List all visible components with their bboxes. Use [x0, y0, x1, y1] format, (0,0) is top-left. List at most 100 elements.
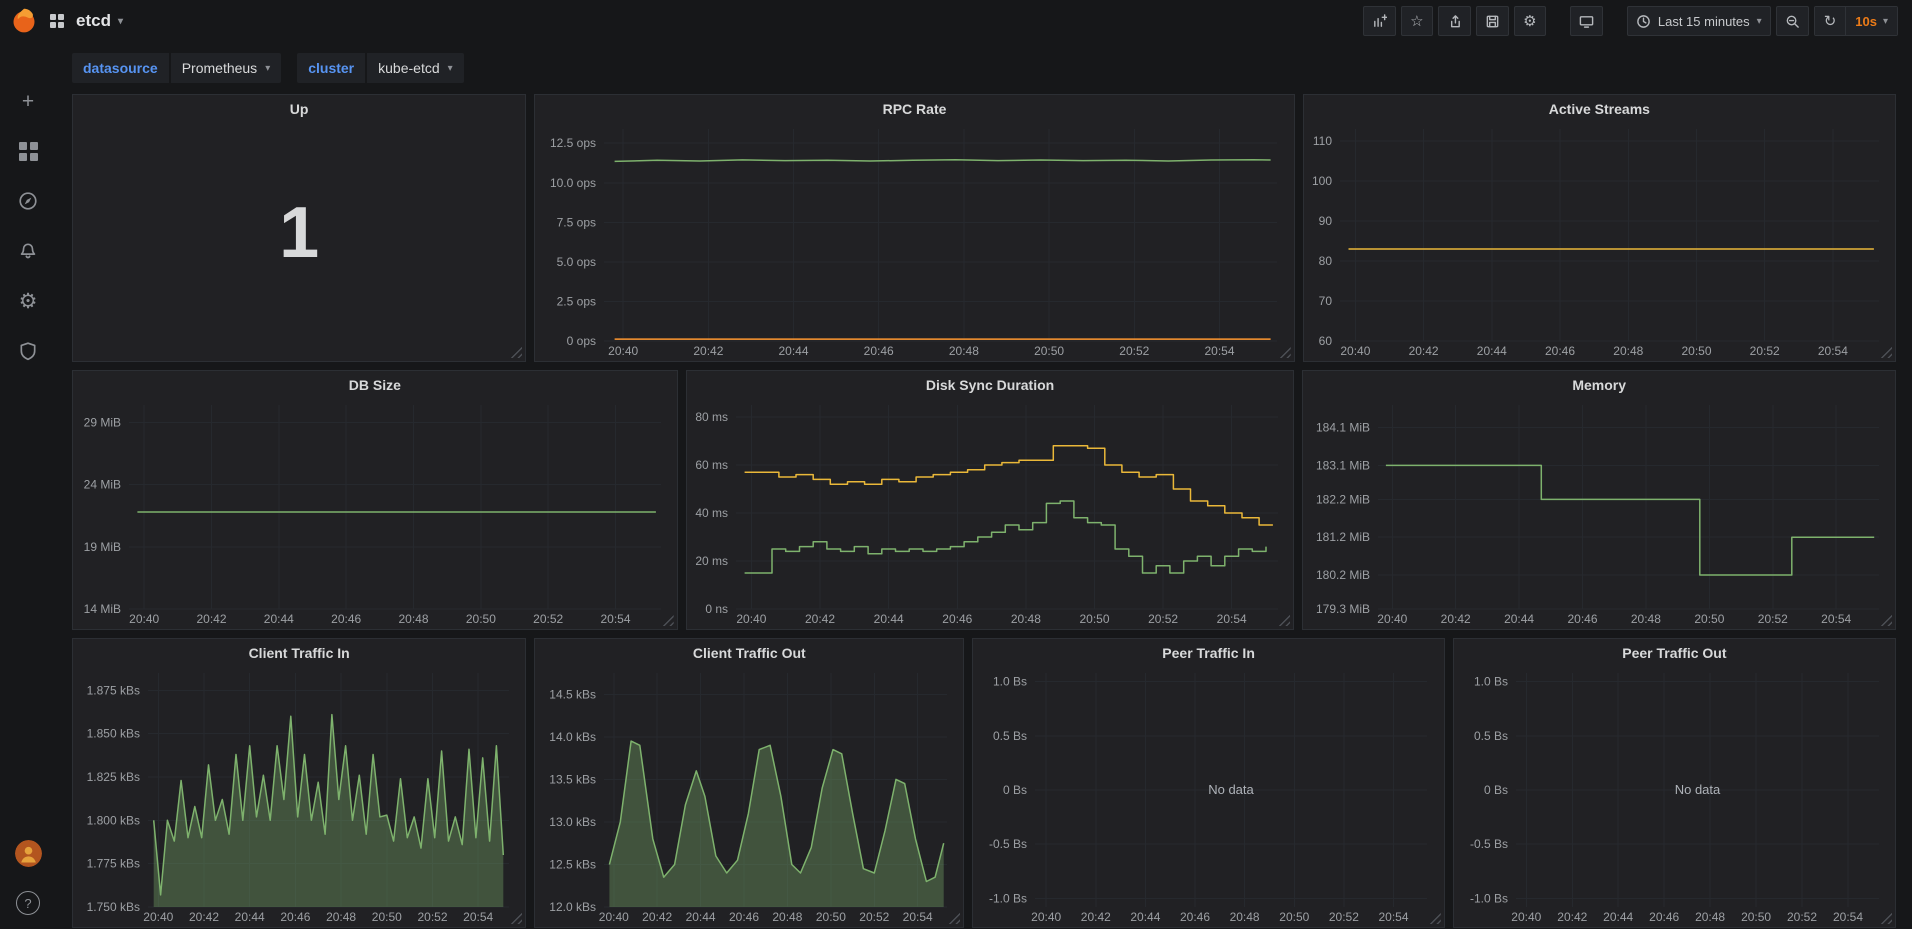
svg-text:180.2 MiB: 180.2 MiB — [1316, 568, 1370, 582]
svg-text:20:40: 20:40 — [143, 910, 173, 924]
memory-chart[interactable]: 20:4020:4220:4420:4620:4820:5020:5220:54… — [1303, 399, 1895, 629]
panel-title[interactable]: Memory — [1303, 371, 1895, 399]
peer-traffic-in-chart[interactable]: 20:4020:4220:4420:4620:4820:5020:5220:54… — [973, 667, 1443, 927]
time-range-picker[interactable]: Last 15 minutes ▾ — [1627, 6, 1771, 36]
refresh-button[interactable]: ↻ — [1815, 7, 1846, 35]
chevron-down-icon: ▾ — [265, 63, 270, 74]
variable-datasource-dropdown[interactable]: Prometheus ▾ — [171, 53, 282, 83]
panel-title[interactable]: Client Traffic In — [73, 639, 525, 667]
sidebar-item-dashboards[interactable] — [15, 138, 41, 164]
variable-cluster-dropdown[interactable]: kube-etcd ▾ — [367, 53, 464, 83]
svg-text:20:48: 20:48 — [773, 910, 803, 924]
user-avatar[interactable] — [15, 840, 42, 867]
svg-text:20:54: 20:54 — [903, 910, 933, 924]
svg-text:20:52: 20:52 — [860, 910, 890, 924]
svg-text:20:48: 20:48 — [1631, 612, 1661, 626]
svg-text:29 MiB: 29 MiB — [84, 415, 121, 429]
panel-active-streams: Active Streams 20:4020:4220:4420:4620:48… — [1303, 94, 1896, 362]
svg-text:20:40: 20:40 — [1378, 612, 1408, 626]
rpc-rate-chart[interactable]: 20:4020:4220:4420:4620:4820:5020:5220:54… — [535, 123, 1293, 361]
sidebar-item-create[interactable]: + — [15, 88, 41, 114]
clock-icon — [1636, 14, 1651, 29]
svg-text:20:48: 20:48 — [1230, 910, 1260, 924]
client-traffic-out-chart[interactable]: 20:4020:4220:4420:4620:4820:5020:5220:54… — [535, 667, 963, 927]
svg-text:20:40: 20:40 — [1511, 910, 1541, 924]
svg-text:20:40: 20:40 — [736, 612, 766, 626]
client-traffic-in-chart[interactable]: 20:4020:4220:4420:4620:4820:5020:5220:54… — [73, 667, 525, 927]
svg-text:40 ms: 40 ms — [695, 506, 728, 520]
svg-text:20:44: 20:44 — [1131, 910, 1161, 924]
panel-title[interactable]: Peer Traffic In — [973, 639, 1443, 667]
svg-text:13.0 kBs: 13.0 kBs — [550, 815, 597, 829]
grafana-logo-icon[interactable] — [10, 7, 38, 35]
panel-peer-traffic-in: Peer Traffic In 20:4020:4220:4420:4620:4… — [972, 638, 1444, 928]
refresh-control: ↻ 10s ▾ — [1814, 6, 1898, 36]
svg-text:1.850 kBs: 1.850 kBs — [87, 727, 140, 741]
save-button[interactable] — [1476, 6, 1509, 36]
panel-title[interactable]: Up — [73, 95, 525, 123]
up-stat-value: 1 — [73, 123, 525, 361]
svg-text:0 ops: 0 ops — [567, 334, 596, 348]
variable-datasource: datasource Prometheus ▾ — [72, 53, 281, 83]
sidebar-item-server-admin[interactable] — [15, 338, 41, 364]
active-streams-chart[interactable]: 20:4020:4220:4420:4620:4820:5020:5220:54… — [1304, 123, 1895, 361]
svg-text:184.1 MiB: 184.1 MiB — [1316, 421, 1370, 435]
panel-title[interactable]: Active Streams — [1304, 95, 1895, 123]
dashboard-title-dropdown[interactable]: etcd ▾ — [76, 11, 123, 31]
dashboard-settings-button[interactable]: ⚙ — [1514, 6, 1546, 36]
navbar-right: ☆ ⚙ Last 15 minutes ▾ ↻ 10s — [1363, 6, 1898, 36]
svg-text:20:46: 20:46 — [729, 910, 759, 924]
svg-text:20:48: 20:48 — [949, 344, 979, 358]
sidebar-item-configuration[interactable]: ⚙ — [15, 288, 41, 314]
panel-title[interactable]: Peer Traffic Out — [1454, 639, 1895, 667]
svg-text:20:52: 20:52 — [1758, 612, 1788, 626]
share-button[interactable] — [1438, 6, 1471, 36]
svg-text:20:46: 20:46 — [1568, 612, 1598, 626]
svg-text:20:42: 20:42 — [1081, 910, 1111, 924]
svg-text:20:50: 20:50 — [1079, 612, 1109, 626]
svg-text:80: 80 — [1318, 254, 1332, 268]
add-panel-button[interactable] — [1363, 6, 1396, 36]
svg-text:2.5 ops: 2.5 ops — [557, 294, 596, 308]
svg-text:12.0 kBs: 12.0 kBs — [550, 900, 597, 914]
svg-text:20:52: 20:52 — [1787, 910, 1817, 924]
disk-sync-duration-chart[interactable]: 20:4020:4220:4420:4620:4820:5020:5220:54… — [687, 399, 1294, 629]
svg-text:1.800 kBs: 1.800 kBs — [87, 813, 140, 827]
svg-text:20:50: 20:50 — [1695, 612, 1725, 626]
sidebar-item-alerting[interactable] — [15, 238, 41, 264]
help-icon: ? — [24, 896, 31, 911]
compass-icon — [18, 191, 38, 211]
svg-text:20:46: 20:46 — [1545, 344, 1575, 358]
gear-icon: ⚙ — [19, 291, 38, 312]
zoom-out-button[interactable] — [1776, 6, 1809, 36]
peer-traffic-out-chart[interactable]: 20:4020:4220:4420:4620:4820:5020:5220:54… — [1454, 667, 1895, 927]
panel-title[interactable]: RPC Rate — [535, 95, 1293, 123]
svg-text:20:44: 20:44 — [873, 612, 903, 626]
svg-text:1.0 Bs: 1.0 Bs — [1474, 675, 1508, 689]
svg-text:20:46: 20:46 — [280, 910, 310, 924]
panel-title[interactable]: Client Traffic Out — [535, 639, 963, 667]
svg-text:20:44: 20:44 — [1477, 344, 1507, 358]
panel-title[interactable]: Disk Sync Duration — [687, 371, 1294, 399]
svg-text:60: 60 — [1318, 334, 1332, 348]
star-button[interactable]: ☆ — [1401, 6, 1433, 36]
svg-text:20:42: 20:42 — [1557, 910, 1587, 924]
help-button[interactable]: ? — [16, 891, 40, 915]
svg-text:20:54: 20:54 — [1216, 612, 1246, 626]
shield-icon — [18, 341, 38, 361]
panel-client-traffic-out: Client Traffic Out 20:4020:4220:4420:462… — [534, 638, 964, 928]
refresh-interval-dropdown[interactable]: 10s ▾ — [1845, 7, 1897, 35]
cycle-view-button[interactable] — [1570, 6, 1603, 36]
svg-text:20:54: 20:54 — [600, 612, 630, 626]
dashboard-grid-icon[interactable] — [50, 14, 64, 28]
variable-cluster-label: cluster — [297, 53, 365, 83]
panel-title[interactable]: DB Size — [73, 371, 677, 399]
sidebar-item-explore[interactable] — [15, 188, 41, 214]
panel-disk-sync-duration: Disk Sync Duration 20:4020:4220:4420:462… — [686, 370, 1295, 630]
svg-text:20:46: 20:46 — [942, 612, 972, 626]
chevron-down-icon: ▾ — [1757, 16, 1762, 27]
svg-text:20:42: 20:42 — [189, 910, 219, 924]
svg-text:20:50: 20:50 — [372, 910, 402, 924]
svg-text:14.5 kBs: 14.5 kBs — [550, 687, 597, 701]
db-size-chart[interactable]: 20:4020:4220:4420:4620:4820:5020:5220:54… — [73, 399, 677, 629]
